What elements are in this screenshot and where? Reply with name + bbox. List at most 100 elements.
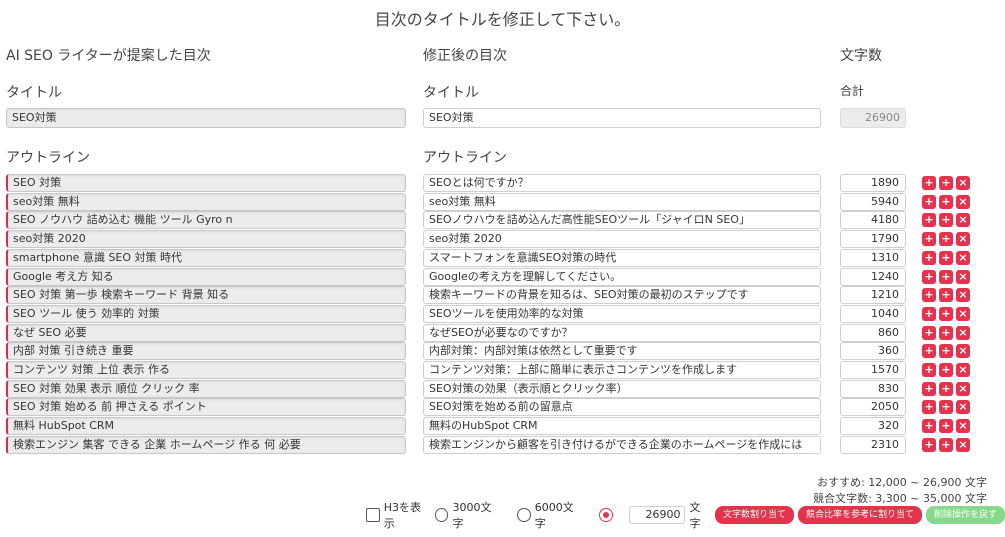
- add-above-button[interactable]: +: [922, 438, 936, 452]
- char-count-input[interactable]: 1570: [840, 361, 906, 379]
- ai-outline-label: アウトライン: [6, 150, 90, 166]
- total-count-field: 26900: [840, 108, 906, 128]
- delete-row-button[interactable]: ×: [956, 213, 970, 227]
- delete-row-button[interactable]: ×: [956, 270, 970, 284]
- char-count-input[interactable]: 830: [840, 380, 906, 398]
- add-below-button[interactable]: +: [939, 288, 953, 302]
- add-below-button[interactable]: +: [939, 176, 953, 190]
- row-actions: + + ×: [922, 363, 970, 377]
- add-below-button[interactable]: +: [939, 400, 953, 414]
- undo-delete-button[interactable]: 削除操作を戻す: [925, 506, 1005, 524]
- delete-row-button[interactable]: ×: [956, 307, 970, 321]
- add-above-button[interactable]: +: [922, 176, 936, 190]
- char-count-input[interactable]: 1040: [840, 305, 906, 323]
- delete-row-button[interactable]: ×: [956, 232, 970, 246]
- char-count-input[interactable]: 2050: [840, 398, 906, 416]
- radio-custom[interactable]: [599, 508, 613, 522]
- h3-label: H3を表示: [383, 501, 421, 530]
- delete-row-button[interactable]: ×: [956, 176, 970, 190]
- add-below-button[interactable]: +: [939, 195, 953, 209]
- edit-outline-input[interactable]: seo対策 無料: [423, 193, 821, 211]
- custom-chars-input[interactable]: 26900: [628, 506, 686, 524]
- h3-checkbox[interactable]: [366, 508, 380, 522]
- edit-outline-input[interactable]: Googleの考え方を理解してください。: [423, 268, 821, 286]
- edit-outline-input[interactable]: seo対策 2020: [423, 230, 821, 248]
- row-actions: + + ×: [922, 419, 970, 433]
- ai-outline-item: 無料 HubSpot CRM: [6, 417, 406, 435]
- add-below-button[interactable]: +: [939, 307, 953, 321]
- add-below-button[interactable]: +: [939, 382, 953, 396]
- char-count-input[interactable]: 4180: [840, 211, 906, 229]
- delete-row-button[interactable]: ×: [956, 326, 970, 340]
- edit-outline-input[interactable]: 検索エンジンから顧客を引き付けるができる企業のホームページを作成には: [423, 436, 821, 454]
- add-below-button[interactable]: +: [939, 344, 953, 358]
- radio-3000[interactable]: [434, 508, 449, 522]
- add-above-button[interactable]: +: [922, 363, 936, 377]
- add-above-button[interactable]: +: [922, 344, 936, 358]
- delete-row-button[interactable]: ×: [956, 419, 970, 433]
- edit-outline-input[interactable]: 内部対策：内部対策は依然として重要です: [423, 342, 821, 360]
- char-count-input[interactable]: 1210: [840, 286, 906, 304]
- add-below-button[interactable]: +: [939, 270, 953, 284]
- char-count-input[interactable]: 2310: [840, 436, 906, 454]
- row-actions: + + ×: [922, 288, 970, 302]
- add-below-button[interactable]: +: [939, 232, 953, 246]
- edit-outline-input[interactable]: SEOツールを使用効率的な対策: [423, 305, 821, 323]
- row-actions: + + ×: [922, 344, 970, 358]
- char-count-input[interactable]: 320: [840, 417, 906, 435]
- char-count-input[interactable]: 5940: [840, 193, 906, 211]
- delete-row-button[interactable]: ×: [956, 344, 970, 358]
- allocate-button[interactable]: 文字数割り当て: [714, 506, 794, 524]
- edit-outline-input[interactable]: 無料のHubSpot CRM: [423, 417, 821, 435]
- row-actions: + + ×: [922, 400, 970, 414]
- edit-outline-input[interactable]: なぜSEOが必要なのですか？: [423, 324, 821, 342]
- char-count-input[interactable]: 1310: [840, 249, 906, 267]
- char-count-header: 文字数: [840, 48, 882, 64]
- add-above-button[interactable]: +: [922, 400, 936, 414]
- delete-row-button[interactable]: ×: [956, 382, 970, 396]
- add-below-button[interactable]: +: [939, 363, 953, 377]
- edit-outline-input[interactable]: スマートフォンを意識SEO対策の時代: [423, 249, 821, 267]
- edit-title-input[interactable]: SEO対策: [423, 108, 821, 128]
- add-below-button[interactable]: +: [939, 213, 953, 227]
- delete-row-button[interactable]: ×: [956, 363, 970, 377]
- edit-outline-input[interactable]: SEOノウハウを詰め込んだ高性能SEOツール「ジャイロN SEO」: [423, 211, 821, 229]
- add-below-button[interactable]: +: [939, 419, 953, 433]
- edit-outline-input[interactable]: 検索キーワードの背景を知るは、SEO対策の最初のステップです: [423, 286, 821, 304]
- delete-row-button[interactable]: ×: [956, 195, 970, 209]
- delete-row-button[interactable]: ×: [956, 251, 970, 265]
- edit-outline-input[interactable]: SEO対策を始める前の留意点: [423, 398, 821, 416]
- add-below-button[interactable]: +: [939, 251, 953, 265]
- add-above-button[interactable]: +: [922, 419, 936, 433]
- add-above-button[interactable]: +: [922, 251, 936, 265]
- add-above-button[interactable]: +: [922, 288, 936, 302]
- char-count-input[interactable]: 1240: [840, 268, 906, 286]
- row-actions: + + ×: [922, 270, 970, 284]
- radio-6000[interactable]: [517, 508, 531, 522]
- edit-outline-input[interactable]: SEO対策の効果（表示順とクリック率）: [423, 380, 821, 398]
- add-above-button[interactable]: +: [922, 307, 936, 321]
- add-above-button[interactable]: +: [922, 213, 936, 227]
- add-above-button[interactable]: +: [922, 326, 936, 340]
- delete-row-button[interactable]: ×: [956, 288, 970, 302]
- radio-3000-label: 3000文字: [452, 501, 492, 530]
- add-above-button[interactable]: +: [922, 195, 936, 209]
- row-actions: + + ×: [922, 251, 970, 265]
- delete-row-button[interactable]: ×: [956, 438, 970, 452]
- delete-row-button[interactable]: ×: [956, 400, 970, 414]
- add-below-button[interactable]: +: [939, 438, 953, 452]
- competitor-allocate-button[interactable]: 競合比率を参考に割り当て: [797, 506, 922, 524]
- add-above-button[interactable]: +: [922, 270, 936, 284]
- add-below-button[interactable]: +: [939, 326, 953, 340]
- char-count-input[interactable]: 1890: [840, 174, 906, 192]
- add-above-button[interactable]: +: [922, 382, 936, 396]
- char-count-input[interactable]: 860: [840, 324, 906, 342]
- ai-outline-item: コンテンツ 対策 上位 表示 作る: [6, 361, 406, 379]
- ai-outline-header: AI SEO ライターが提案した目次: [6, 48, 211, 64]
- char-count-input[interactable]: 1790: [840, 230, 906, 248]
- add-above-button[interactable]: +: [922, 232, 936, 246]
- char-count-input[interactable]: 360: [840, 342, 906, 360]
- ai-outline-item: 検索エンジン 集客 できる 企業 ホームページ 作る 何 必要: [6, 436, 406, 454]
- edit-outline-input[interactable]: SEOとは何ですか？: [423, 174, 821, 192]
- edit-outline-input[interactable]: コンテンツ対策：上部に簡単に表示さコンテンツを作成します: [423, 361, 821, 379]
